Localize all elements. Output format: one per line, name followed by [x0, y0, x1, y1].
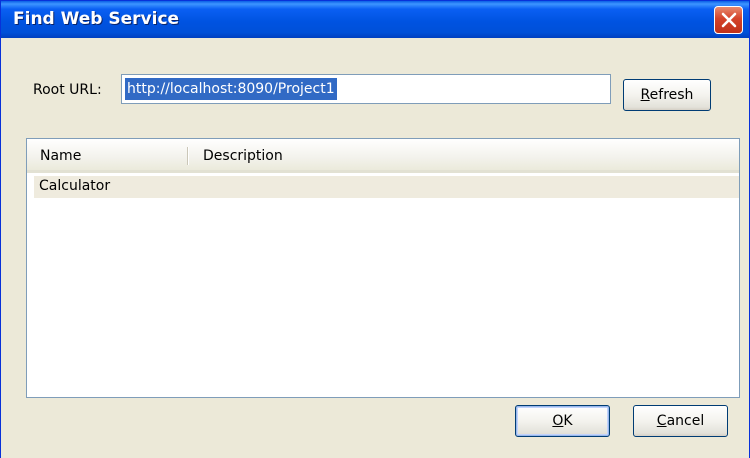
ok-button[interactable]: OK	[515, 405, 610, 437]
ok-label: K	[563, 413, 573, 429]
ok-mnemonic: O	[552, 413, 564, 429]
window-title: Find Web Service	[13, 9, 180, 29]
refresh-button[interactable]: Refresh	[623, 79, 711, 111]
cancel-label: ancel	[666, 413, 705, 429]
root-url-value: http://localhost:8090/Project1	[125, 78, 337, 100]
cancel-button[interactable]: Cancel	[633, 405, 728, 437]
column-header-name[interactable]: Name	[40, 148, 81, 164]
root-url-input[interactable]: http://localhost:8090/Project1	[121, 74, 611, 104]
root-url-label: Root URL:	[33, 82, 102, 98]
column-separator[interactable]	[187, 147, 188, 165]
title-bar[interactable]: Find Web Service	[1, 0, 749, 38]
row-name-cell: Calculator	[39, 178, 111, 194]
table-row[interactable]: Calculator	[34, 176, 739, 198]
list-header: Name Description	[27, 139, 739, 173]
cancel-mnemonic: C	[656, 413, 667, 429]
find-web-service-dialog: Find Web Service Root URL: http://localh…	[0, 0, 750, 458]
refresh-label: efresh	[649, 87, 694, 103]
web-service-list[interactable]: Name Description Calculator	[26, 138, 740, 398]
column-header-description[interactable]: Description	[203, 148, 283, 164]
close-button[interactable]	[714, 6, 743, 34]
close-icon	[721, 12, 737, 28]
refresh-mnemonic: R	[640, 87, 650, 103]
